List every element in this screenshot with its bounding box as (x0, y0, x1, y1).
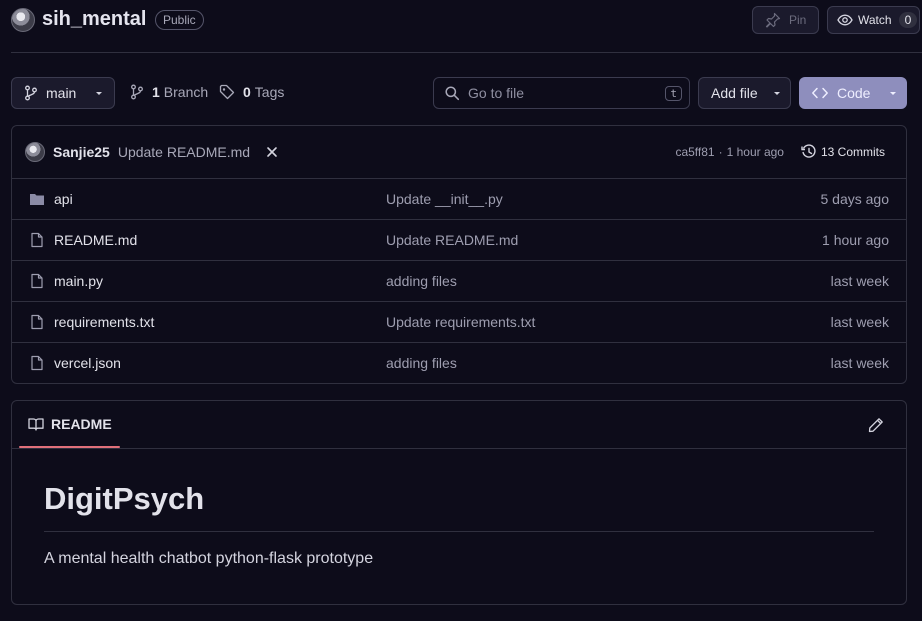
file-icon (29, 232, 45, 248)
file-commit-time: last week (830, 355, 889, 371)
branches-link[interactable]: 1 Branch (130, 84, 208, 100)
file-table: Sanjie25 Update README.md ca5ff81 · 1 ho… (11, 125, 907, 384)
commits-label: 13 Commits (820, 145, 885, 159)
pin-label: Pin (789, 13, 807, 27)
code-icon (811, 85, 829, 101)
heading-divider (44, 531, 874, 532)
branch-label: Branch (163, 84, 209, 100)
branch-selector[interactable]: main (11, 77, 115, 109)
branch-icon (24, 85, 38, 101)
file-commit-time: 1 hour ago (822, 232, 889, 248)
latest-commit-bar: Sanjie25 Update README.md ca5ff81 · 1 ho… (12, 126, 906, 179)
file-name[interactable]: README.md (54, 232, 137, 248)
file-commit-message[interactable]: Update requirements.txt (386, 314, 535, 330)
file-row[interactable]: api Update __init__.py 5 days ago (12, 179, 906, 220)
file-commit-message[interactable]: adding files (386, 273, 457, 289)
readme-body-text: A mental health chatbot python-flask pro… (44, 550, 374, 567)
file-commit-message[interactable]: Update __init__.py (386, 191, 503, 207)
owner-avatar[interactable] (11, 8, 35, 32)
repo-name[interactable]: sih_mental (42, 8, 146, 31)
close-icon[interactable] (266, 146, 278, 158)
tags-link[interactable]: 0 Tags (219, 84, 284, 100)
commit-time: 1 hour ago (726, 145, 784, 159)
file-commit-time: 5 days ago (820, 191, 890, 207)
readme-heading: DigitPsych (44, 481, 205, 516)
branch-name: main (46, 85, 77, 101)
folder-icon (29, 191, 45, 207)
file-row[interactable]: requirements.txt Update requirements.txt… (12, 302, 906, 343)
tag-icon (219, 84, 235, 100)
file-name[interactable]: vercel.json (54, 355, 121, 371)
watch-label: Watch (858, 13, 892, 27)
visibility-badge: Public (155, 10, 204, 30)
file-row[interactable]: README.md Update README.md 1 hour ago (12, 220, 906, 261)
search-placeholder: Go to file (468, 85, 525, 101)
go-to-file-search[interactable]: Go to file t (433, 77, 690, 109)
file-row[interactable]: main.py adding files last week (12, 261, 906, 302)
chevron-down-icon (772, 88, 782, 98)
readme-tab-label: README (51, 416, 112, 432)
book-icon (28, 416, 44, 432)
commit-message[interactable]: Update README.md (118, 144, 250, 160)
file-commit-time: last week (830, 314, 889, 330)
branch-count: 1 (152, 84, 160, 100)
history-icon (801, 144, 817, 160)
pin-button[interactable]: Pin (752, 6, 819, 34)
tab-readme[interactable]: README (28, 416, 112, 432)
tag-label: Tags (254, 84, 285, 100)
readme-panel: README DigitPsych A mental health chatbo… (11, 400, 907, 605)
add-file-label: Add file (711, 85, 758, 101)
active-tab-indicator (19, 446, 120, 448)
pencil-icon (868, 417, 884, 433)
branch-icon (130, 84, 144, 100)
file-commit-message[interactable]: Update README.md (386, 232, 518, 248)
readme-tabbar: README (12, 401, 906, 449)
watch-button[interactable]: Watch 0 (827, 6, 920, 34)
tag-count: 0 (243, 84, 251, 100)
file-name[interactable]: main.py (54, 273, 103, 289)
file-row[interactable]: vercel.json adding files last week (12, 343, 906, 384)
chevron-down-icon (888, 88, 898, 98)
file-name[interactable]: api (54, 191, 73, 207)
commits-link[interactable]: 13 Commits (801, 144, 885, 160)
add-file-button[interactable]: Add file (698, 77, 791, 109)
commit-author[interactable]: Sanjie25 (53, 144, 110, 160)
file-icon (29, 355, 45, 371)
eye-icon (837, 12, 853, 28)
watch-count: 0 (898, 12, 918, 28)
edit-readme-button[interactable] (868, 417, 884, 433)
file-icon (29, 314, 45, 330)
search-icon (444, 85, 460, 101)
pin-icon (765, 12, 781, 28)
file-commit-message[interactable]: adding files (386, 355, 457, 371)
file-name[interactable]: requirements.txt (54, 314, 154, 330)
commit-hash[interactable]: ca5ff81 (675, 145, 714, 159)
code-button[interactable]: Code (799, 77, 907, 109)
search-shortcut-key: t (665, 85, 682, 101)
chevron-down-icon (94, 88, 104, 98)
code-label: Code (837, 85, 871, 101)
header-divider (11, 52, 922, 53)
file-commit-time: last week (830, 273, 889, 289)
commit-author-avatar[interactable] (25, 142, 45, 162)
file-icon (29, 273, 45, 289)
commit-separator: · (718, 145, 723, 159)
